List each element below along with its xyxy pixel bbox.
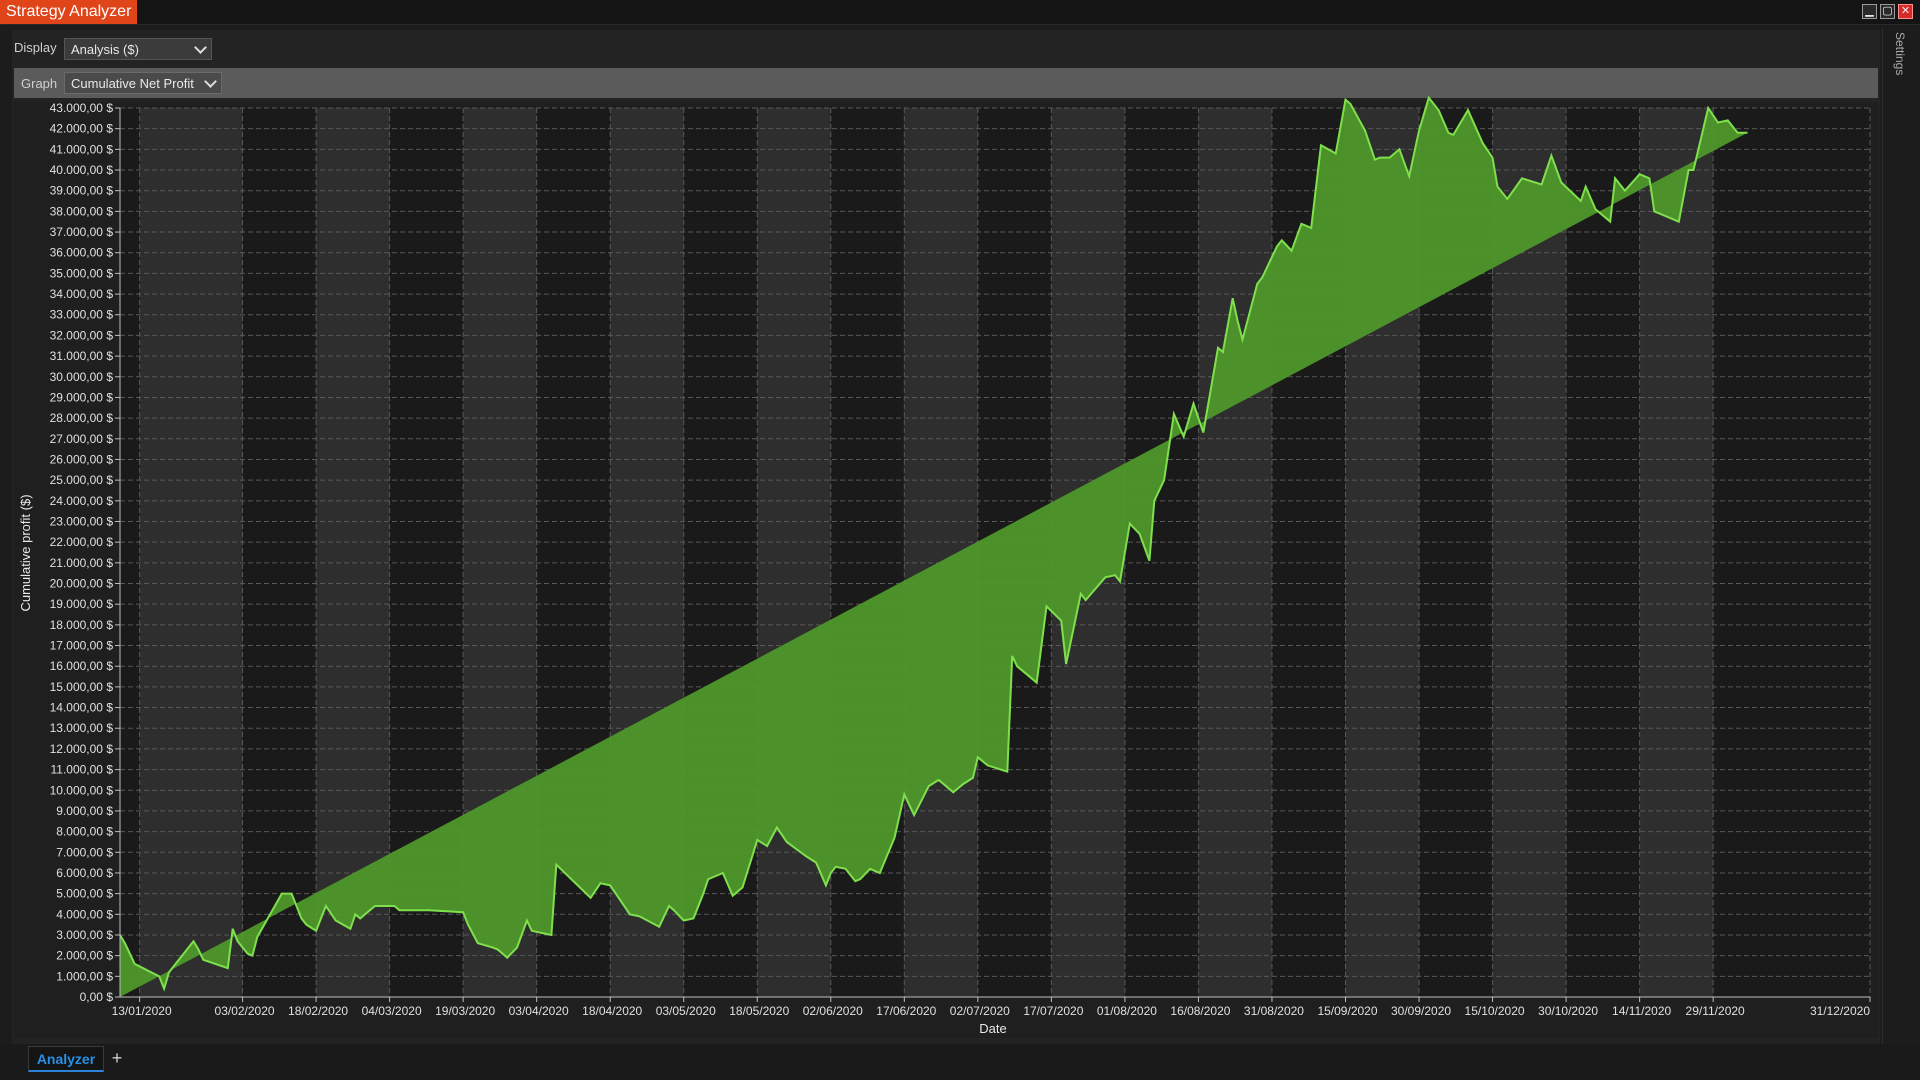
- close-icon[interactable]: ✕: [1898, 4, 1913, 19]
- graph-select-value: Cumulative Net Profit: [71, 75, 194, 91]
- title-bar: Strategy Analyzer ▁ ▢ ✕: [0, 0, 1920, 25]
- chart-frame: [14, 102, 1878, 1038]
- display-select[interactable]: Analysis ($): [64, 38, 212, 60]
- window-title: Strategy Analyzer: [0, 0, 138, 24]
- chevron-down-icon: [194, 40, 207, 54]
- tab-strip: [0, 1044, 1920, 1080]
- tab-analyzer[interactable]: Analyzer: [28, 1046, 104, 1072]
- settings-tab[interactable]: Settings: [1893, 32, 1907, 75]
- display-label: Display: [14, 40, 57, 55]
- settings-sidebar: Settings: [1882, 28, 1913, 1044]
- graph-select[interactable]: Cumulative Net Profit: [64, 72, 222, 94]
- graph-toolbar: [14, 68, 1878, 98]
- display-select-value: Analysis ($): [71, 41, 139, 57]
- graph-label: Graph: [21, 76, 58, 91]
- minimize-icon[interactable]: ▁: [1862, 4, 1877, 19]
- add-tab-button[interactable]: +: [108, 1046, 126, 1070]
- maximize-icon[interactable]: ▢: [1880, 4, 1895, 19]
- chevron-down-icon: [204, 74, 217, 88]
